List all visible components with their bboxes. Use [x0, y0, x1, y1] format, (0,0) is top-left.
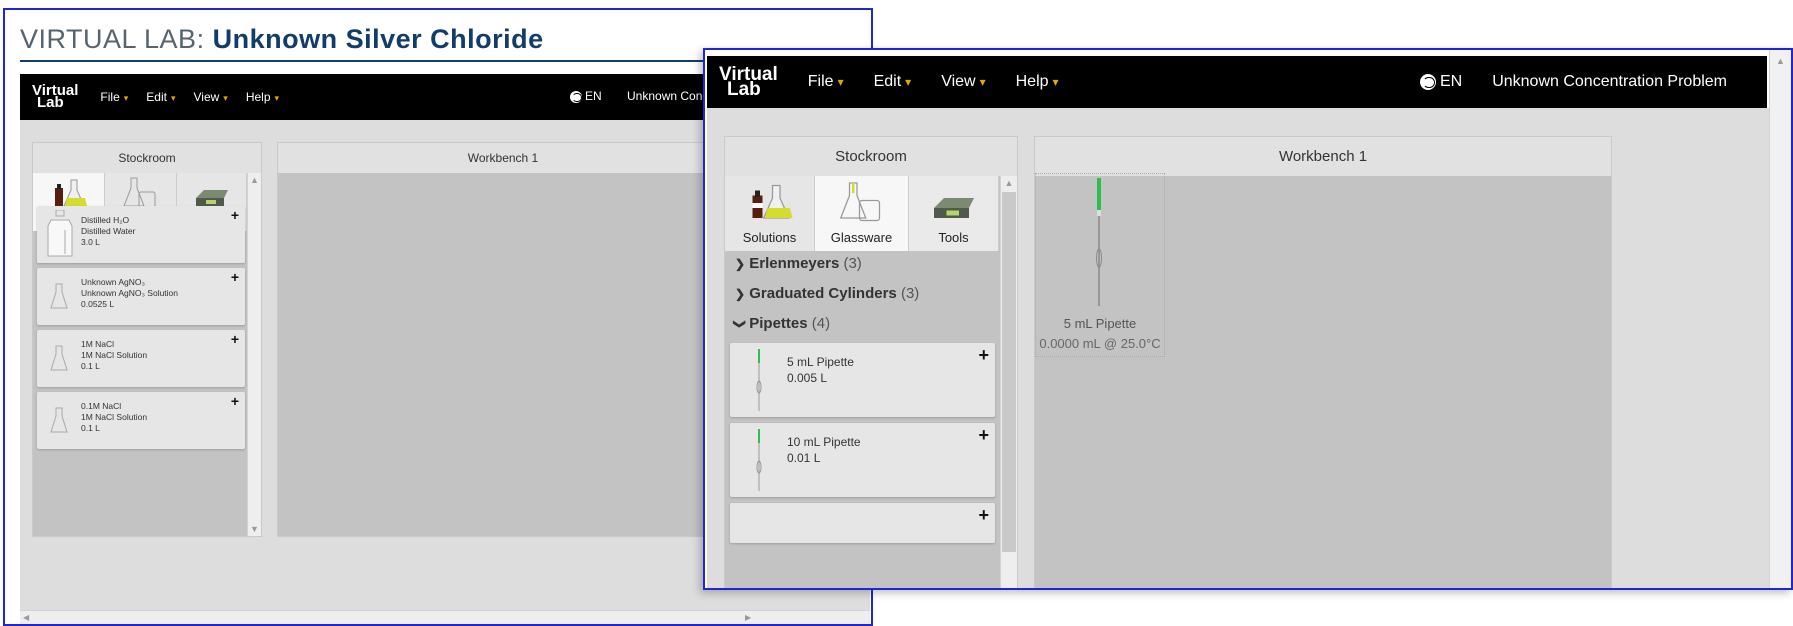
pipette-icon — [756, 349, 762, 411]
scroll-left-icon[interactable]: ◀ — [23, 613, 29, 622]
stockroom-panel: Stockroom Solutions Glassware Tools ❯ Er… — [724, 136, 1018, 588]
menu-file[interactable]: File ▾ — [808, 73, 844, 91]
globe-icon — [570, 90, 582, 103]
add-solution-button[interactable]: + — [231, 207, 239, 223]
flask-icon — [50, 283, 68, 309]
scroll-up-icon[interactable]: ▲ — [248, 175, 261, 185]
solution-name: Unknown AgNO₃ — [81, 277, 145, 287]
pipette-card-partial[interactable]: + — [730, 503, 995, 543]
pipette-card-10ml[interactable]: 10 mL Pipette 0.01 L + — [730, 423, 995, 497]
page-title: VIRTUAL LAB: Unknown Silver Chloride — [20, 24, 544, 54]
solution-description: Distilled Water — [81, 226, 136, 237]
add-solution-button[interactable]: + — [231, 331, 239, 347]
scrollbar-thumb[interactable] — [1002, 192, 1016, 552]
add-solution-button[interactable]: + — [231, 393, 239, 409]
tab-glassware-label: Glassware — [830, 230, 893, 245]
solution-description: Unknown AgNO₃ Solution — [81, 288, 179, 299]
solution-volume: 3.0 L — [81, 237, 100, 248]
workbench-title: Workbench 1 — [278, 143, 728, 173]
menu-edit[interactable]: Edit ▾ — [874, 73, 912, 91]
pipette-icon — [1096, 178, 1102, 306]
flask-icon — [50, 345, 68, 371]
stockroom-scrollbar[interactable]: ▲ — [1000, 176, 1017, 588]
page-title-main: Unknown Silver Chloride — [212, 24, 544, 54]
workbench-item-status: 0.0000 mL @ 25.0°C — [1039, 336, 1161, 351]
stockroom-tabs: Solutions Glassware Tools — [725, 176, 999, 251]
scroll-up-icon[interactable]: ▲ — [1770, 56, 1791, 66]
solution-volume: 0.1 L — [81, 423, 100, 434]
category-graduated-cylinders[interactable]: ❯ Graduated Cylinders (3) — [735, 285, 919, 302]
problem-title: Unknown Concentration Problem — [1492, 73, 1727, 90]
solutions-icon — [752, 184, 792, 219]
navbar-zoomed: Virtual Lab File ▾ Edit ▾ View ▾ Help ▾ EN Un… — [707, 56, 1767, 108]
stockroom-title: Stockroom — [725, 137, 1017, 176]
scroll-right-icon[interactable]: ▶ — [745, 613, 751, 622]
virtual-lab-logo[interactable]: Virtual Lab — [719, 65, 778, 99]
page-scrollbar[interactable]: ▲ — [1769, 50, 1791, 588]
solution-card[interactable]: 1M NaCl 1M NaCl Solution 0.1 L + — [37, 330, 245, 387]
app-area-zoomed: Stockroom Solutions Glassware Tools ❯ Er… — [707, 108, 1769, 588]
glassware-icon — [839, 182, 880, 222]
tab-tools-label: Tools — [938, 230, 969, 245]
menu-view[interactable]: View ▾ — [194, 90, 228, 104]
scroll-up-icon[interactable]: ▲ — [1001, 178, 1017, 188]
problem-title: Unknown Conc — [627, 89, 709, 103]
menu-file[interactable]: File ▾ — [100, 90, 128, 104]
add-solution-button[interactable]: + — [231, 269, 239, 285]
solution-name: 1M NaCl — [81, 339, 115, 349]
flask-icon — [50, 407, 68, 433]
workbench-pipette-item[interactable]: 5 mL Pipette 0.0000 mL @ 25.0°C — [1035, 173, 1165, 357]
globe-icon — [1419, 73, 1436, 90]
menu-help[interactable]: Help ▾ — [1016, 73, 1059, 91]
title-divider — [20, 60, 720, 62]
virtual-lab-logo[interactable]: Virtual Lab — [32, 83, 78, 110]
workbench-panel: Workbench 1 5 mL Pipette 0.0000 mL @ 25.… — [1034, 136, 1612, 588]
add-pipette-10ml-button[interactable]: + — [978, 425, 989, 446]
scroll-down-icon[interactable]: ▼ — [248, 524, 261, 534]
solution-name: 0.1M NaCl — [81, 401, 122, 411]
menu-edit[interactable]: Edit ▾ — [146, 90, 175, 104]
language-selector[interactable]: EN — [570, 89, 602, 103]
workbench-title: Workbench 1 — [1035, 137, 1611, 176]
pipette-volume: 0.005 L — [787, 370, 828, 385]
menu-view[interactable]: View ▾ — [941, 73, 985, 91]
add-pipette-5ml-button[interactable]: + — [978, 345, 989, 366]
solution-name: Distilled H₂O — [81, 215, 130, 225]
tab-glassware[interactable]: Glassware — [815, 176, 909, 251]
scale-icon — [933, 198, 974, 218]
chevron-down-icon: ❯ — [733, 318, 748, 330]
solution-volume: 0.1 L — [81, 361, 100, 372]
solution-card[interactable]: 0.1M NaCl 1M NaCl Solution 0.1 L + — [37, 392, 245, 449]
pipette-volume: 0.01 L — [787, 450, 821, 465]
language-selector[interactable]: EN — [1419, 73, 1462, 91]
stockroom-panel: Stockroom Solutions Glassware — [32, 142, 262, 537]
pipette-name: 5 mL Pipette — [787, 355, 854, 369]
add-pipette-button[interactable]: + — [978, 505, 989, 526]
chevron-right-icon: ❯ — [735, 287, 746, 301]
solution-card[interactable]: Distilled H₂O Distilled Water 3.0 L + — [37, 206, 245, 263]
category-pipettes[interactable]: ❯ Pipettes (4) — [733, 315, 830, 332]
pipette-icon — [756, 429, 762, 491]
front-screenshot: Virtual Lab File ▾ Edit ▾ View ▾ Help ▾ EN Un… — [703, 48, 1793, 590]
tab-tools[interactable]: Tools — [909, 176, 999, 251]
category-erlenmeyers[interactable]: ❯ Erlenmeyers (3) — [735, 255, 862, 272]
tab-solutions-label: Solutions — [742, 230, 797, 245]
menu-help[interactable]: Help ▾ — [246, 90, 279, 104]
stockroom-scrollbar[interactable]: ▲ ▼ — [247, 173, 261, 536]
workbench-item-name: 5 mL Pipette — [1063, 316, 1137, 331]
tab-solutions[interactable]: Solutions — [725, 176, 815, 251]
stockroom-title: Stockroom — [33, 143, 261, 173]
solution-description: 1M NaCl Solution — [81, 350, 148, 361]
chevron-right-icon: ❯ — [735, 257, 746, 271]
horizontal-scrollbar[interactable]: ◀ ▶ — [20, 610, 870, 624]
solution-card[interactable]: Unknown AgNO₃ Unknown AgNO₃ Solution 0.052… — [37, 268, 245, 325]
bottle-icon — [47, 210, 73, 257]
solution-volume: 0.0525 L — [81, 299, 115, 310]
pipette-card-5ml[interactable]: 5 mL Pipette 0.005 L + — [730, 343, 995, 417]
pipette-name: 10 mL Pipette — [787, 435, 861, 449]
solution-description: 1M NaCl Solution — [81, 412, 148, 423]
